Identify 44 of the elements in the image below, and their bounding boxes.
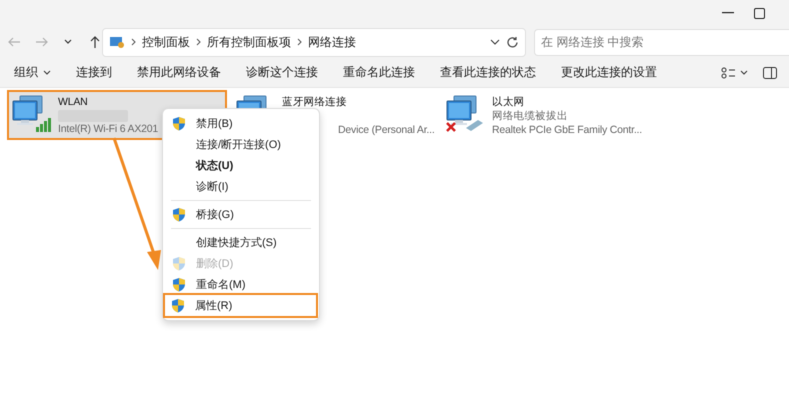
preview-pane-icon[interactable] <box>763 66 777 78</box>
menu-item[interactable]: 诊断(I) <box>166 176 316 197</box>
network-computer-icon <box>10 94 52 134</box>
chevron-icon <box>131 38 136 46</box>
control-panel-icon <box>109 35 125 49</box>
toolbar-button[interactable]: 重命名此连接 <box>337 64 421 81</box>
menu-item[interactable]: 重命名(M) <box>166 274 316 295</box>
shield-icon <box>172 256 186 271</box>
breadcrumb[interactable]: 所有控制面板项 <box>207 34 291 50</box>
breadcrumb[interactable]: 控制面板 <box>142 34 190 50</box>
chevron-icon <box>196 38 201 46</box>
shield-icon <box>172 207 186 222</box>
toolbar-button[interactable]: 连接到 <box>70 64 118 81</box>
chevron-icon <box>297 38 302 46</box>
device-name: Realtek PCIe GbE Family Contr... <box>492 124 642 137</box>
address-bar[interactable]: 控制面板 所有控制面板项 网络连接 <box>102 28 526 56</box>
toolbar-button[interactable]: 禁用此网络设备 <box>131 64 227 81</box>
shield-icon <box>172 116 186 131</box>
shield-icon <box>172 277 186 292</box>
shield-icon <box>171 298 185 313</box>
view-options-icon[interactable] <box>721 66 749 78</box>
maximize-icon[interactable] <box>754 8 765 18</box>
search-field[interactable]: 在 网络连接 中搜索 <box>534 28 789 56</box>
up-arrow-icon[interactable] <box>89 36 102 48</box>
menu-item[interactable]: 创建快捷方式(S) <box>166 232 316 253</box>
toolbar-button[interactable]: 查看此连接的状态 <box>434 64 542 81</box>
toolbar-button[interactable]: 组织 <box>8 64 57 81</box>
minimize-icon[interactable] <box>722 12 734 14</box>
refresh-icon[interactable] <box>506 36 519 48</box>
connection-name: 蓝牙网络连接 <box>282 96 348 109</box>
menu-item[interactable]: 状态(U) <box>166 155 316 176</box>
connection-item[interactable]: 以太网 网络电缆被拔出 Realtek PCIe GbE Family Contr... <box>442 91 782 139</box>
menu-item[interactable]: 属性(R) <box>165 295 316 316</box>
dropdown-caret-icon[interactable] <box>490 39 500 45</box>
breadcrumb[interactable]: 网络连接 <box>308 34 356 50</box>
caret-icon <box>43 70 51 75</box>
connection-name: 以太网 <box>492 96 526 109</box>
connection-name: WLAN <box>58 96 89 109</box>
connection-status: 网络电缆被拔出 <box>492 110 569 123</box>
device-name: Device (Personal Ar... <box>338 124 435 137</box>
toolbar-button[interactable]: 更改此连接的设置 <box>555 64 663 81</box>
device-name: Intel(R) Wi-Fi 6 AX201 <box>58 123 158 136</box>
toolbar-button[interactable]: 诊断这个连接 <box>240 64 324 81</box>
menu-item[interactable]: 桥接(G) <box>166 204 316 225</box>
